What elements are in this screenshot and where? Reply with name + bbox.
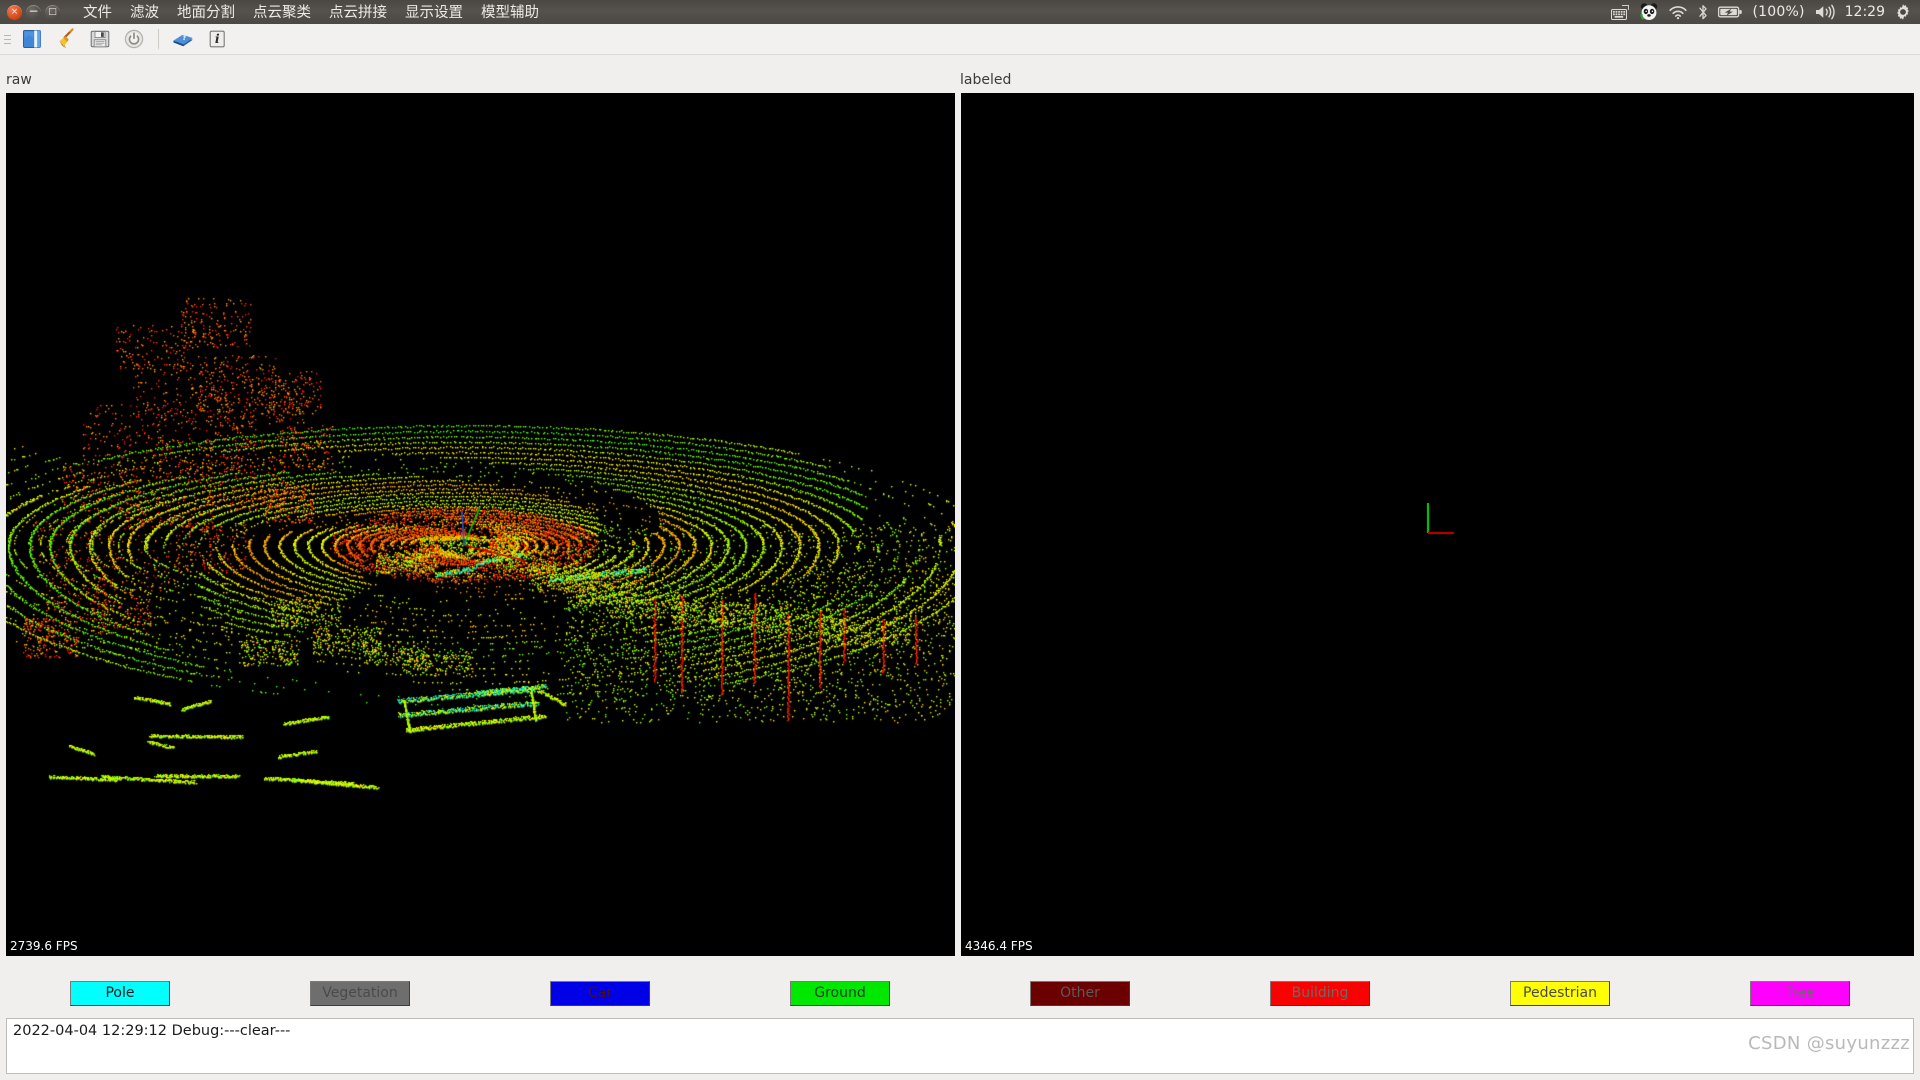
pointcloud-render-canvas[interactable] [6,93,955,956]
toolbar-separator [158,29,159,49]
viewport-label-raw: raw [6,72,32,88]
info-italic-i-icon: i [206,28,228,50]
class-label-button-row: Pole Vegetation Car Ground Other Buildin… [0,975,1920,1011]
class-button-vegetation[interactable]: Vegetation [310,981,410,1006]
svg-text:?: ? [182,34,186,42]
clock-label[interactable]: 12:29 [1845,4,1885,20]
class-button-car[interactable]: Car [550,981,650,1006]
keyboard-indicator-icon[interactable] [1611,1,1630,23]
blue-folder-open-icon [21,28,43,50]
power-button[interactable] [118,25,150,53]
open-file-button[interactable] [16,25,48,53]
bluetooth-icon[interactable] [1697,1,1709,23]
minimize-icon: − [26,2,41,20]
log-output-panel[interactable]: 2022-04-04 12:29:12 Debug:---clear--- [6,1018,1914,1074]
maximize-icon: □ [45,5,60,20]
menu-item-pointcloud-clustering[interactable]: 点云聚类 [244,0,320,25]
menubar: 文件 滤波 地面分割 点云聚类 点云拼接 显示设置 模型辅助 [74,0,548,25]
class-button-pole[interactable]: Pole [70,981,170,1006]
labeled-pointcloud-viewport[interactable]: 4346.4 FPS [961,93,1914,956]
labeled-fps-label: 4346.4 FPS [965,939,1033,953]
menu-item-model-assist[interactable]: 模型辅助 [472,0,548,25]
close-icon: × [7,5,22,20]
window-close-button[interactable]: × [7,5,22,20]
system-tray: (100%) 12:29 [1611,1,1920,23]
gear-icon[interactable] [1894,1,1912,23]
menu-item-pointcloud-registration[interactable]: 点云拼接 [320,0,396,25]
help-button[interactable]: ? [167,25,199,53]
save-button[interactable] [84,25,116,53]
class-button-tree[interactable]: Tree [1750,981,1850,1006]
system-top-panel: × − □ 文件 滤波 地面分割 点云聚类 点云拼接 显示设置 模型辅助 [0,0,1920,24]
menu-item-filter[interactable]: 滤波 [121,0,168,25]
svg-text:i: i [215,31,220,46]
broom-icon [55,28,77,50]
raw-pointcloud-viewport[interactable]: 2739.6 FPS [6,93,955,956]
menu-item-ground-segmentation[interactable]: 地面分割 [168,0,244,25]
clear-button[interactable] [50,25,82,53]
window-controls: × − □ [0,5,68,20]
window-minimize-button[interactable]: − [26,5,41,20]
battery-percent-label: (100%) [1752,4,1804,20]
wifi-icon[interactable] [1668,1,1688,23]
viewport-label-labeled: labeled [960,72,1011,88]
panda-app-icon[interactable] [1639,1,1659,23]
class-button-ground[interactable]: Ground [790,981,890,1006]
menu-item-file[interactable]: 文件 [74,0,121,25]
window-maximize-button[interactable]: □ [45,5,60,20]
watermark-label: CSDN @suyunzzz [1748,1033,1910,1054]
class-button-building[interactable]: Building [1270,981,1370,1006]
blue-book-help-icon: ? [171,28,195,50]
toolbar-drag-handle[interactable] [2,28,13,50]
raw-fps-label: 2739.6 FPS [10,939,78,953]
axis-gizmo [1424,499,1464,545]
volume-icon[interactable] [1814,1,1836,23]
menu-item-display-settings[interactable]: 显示设置 [396,0,472,25]
about-button[interactable]: i [201,25,233,53]
log-line: 2022-04-04 12:29:12 Debug:---clear--- [13,1023,1907,1039]
app-toolbar: ? i [0,24,1920,55]
class-button-other[interactable]: Other [1030,981,1130,1006]
class-button-pedestrian[interactable]: Pedestrian [1510,981,1610,1006]
battery-icon[interactable] [1718,1,1743,23]
floppy-disk-icon [89,28,111,50]
power-circle-icon [123,28,145,50]
